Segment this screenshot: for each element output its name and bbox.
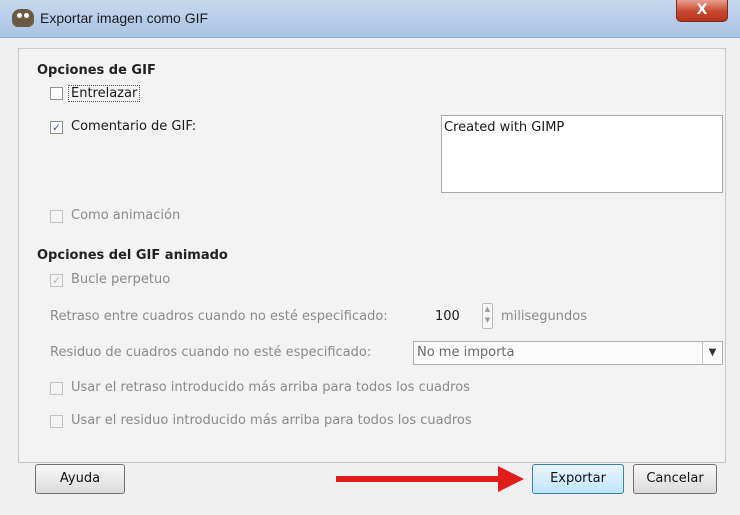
options-panel: Opciones de GIF Entrelazar ✓ Comentario … — [18, 48, 726, 463]
animation-label[interactable]: Como animación — [71, 208, 180, 223]
help-button[interactable]: Ayuda — [35, 464, 125, 494]
annotation-arrow-head — [498, 466, 524, 492]
annotation-arrow — [336, 476, 502, 482]
use-delay-checkbox[interactable] — [50, 382, 63, 395]
disposal-select[interactable]: No me importa ▼ — [413, 341, 723, 365]
export-button[interactable]: Exportar — [532, 464, 624, 494]
loop-checkbox[interactable]: ✓ — [50, 274, 63, 287]
window-title: Exportar imagen como GIF — [40, 10, 209, 26]
title-bar: Exportar imagen como GIF X — [0, 0, 740, 38]
use-delay-label[interactable]: Usar el retraso introducido más arriba p… — [71, 380, 470, 395]
button-bar: Ayuda Exportar Cancelar — [18, 456, 726, 502]
interlace-checkbox[interactable] — [50, 87, 63, 100]
use-disposal-label[interactable]: Usar el residuo introducido más arriba p… — [71, 413, 472, 428]
dialog-window: Exportar imagen como GIF X Opciones de G… — [0, 0, 740, 515]
section-title-gif-options: Opciones de GIF — [37, 63, 156, 78]
comment-checkbox[interactable]: ✓ — [50, 121, 63, 134]
disposal-label: Residuo de cuadros cuando no esté especi… — [50, 345, 372, 360]
animation-checkbox[interactable] — [50, 210, 63, 223]
delay-spinner[interactable]: ▲ ▼ — [482, 303, 493, 329]
cancel-button[interactable]: Cancelar — [633, 464, 717, 494]
loop-label[interactable]: Bucle perpetuo — [71, 272, 170, 287]
comment-label[interactable]: Comentario de GIF: — [71, 119, 196, 134]
section-title-animated: Opciones del GIF animado — [37, 248, 228, 263]
disposal-selected-value: No me importa — [417, 345, 515, 360]
chevron-down-icon[interactable]: ▼ — [702, 342, 722, 364]
delay-unit: milisegundos — [501, 309, 587, 324]
comment-textarea[interactable]: Created with GIMP — [441, 115, 723, 193]
delay-input[interactable]: 100 — [435, 309, 460, 324]
close-button[interactable]: X — [676, 0, 728, 22]
delay-label: Retraso entre cuadros cuando no esté esp… — [50, 309, 388, 324]
use-disposal-checkbox[interactable] — [50, 415, 63, 428]
gimp-icon — [12, 9, 34, 27]
interlace-label[interactable]: Entrelazar — [68, 85, 141, 102]
